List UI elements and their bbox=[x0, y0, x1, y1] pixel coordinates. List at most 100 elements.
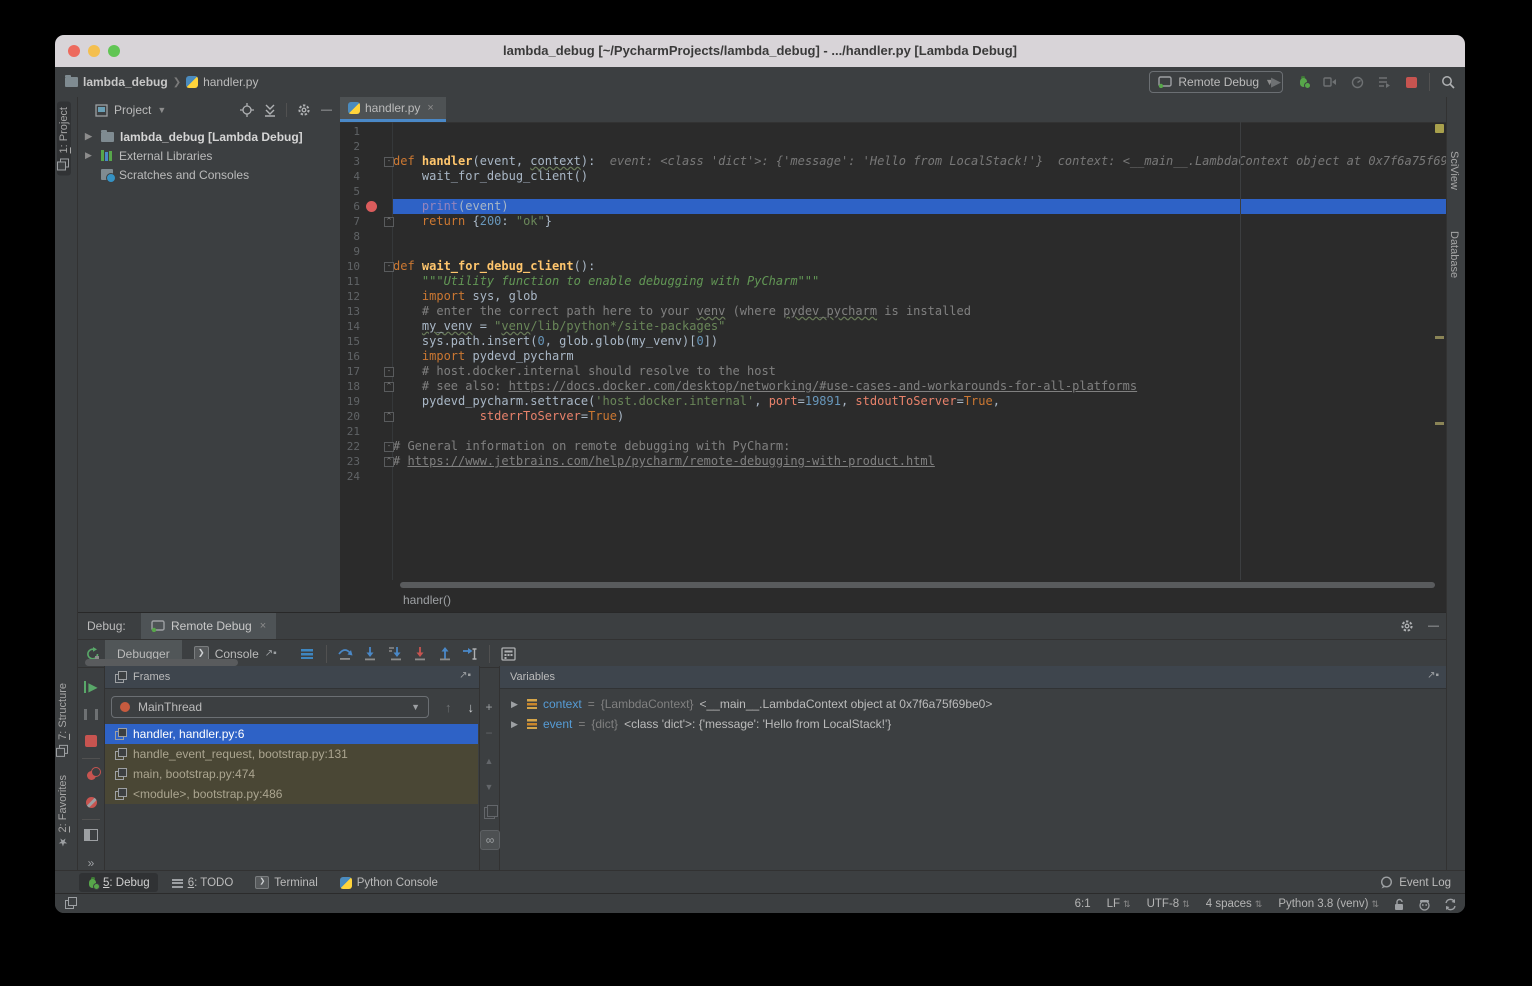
evaluate-expression-button[interactable] bbox=[500, 645, 517, 662]
code-line[interactable] bbox=[393, 139, 1447, 154]
code-line[interactable]: pydevd_pycharm.settrace('host.docker.int… bbox=[393, 394, 1447, 409]
stop-button[interactable] bbox=[1402, 73, 1420, 91]
lock-icon[interactable] bbox=[1393, 898, 1405, 911]
code-line[interactable]: import pydevd_pycharm bbox=[393, 349, 1447, 364]
frame-row[interactable]: handle_event_request, bootstrap.py:131 bbox=[105, 744, 478, 764]
frame-row[interactable]: <module>, bootstrap.py:486 bbox=[105, 784, 478, 804]
thread-selector[interactable]: MainThread ▼ bbox=[111, 696, 429, 718]
step-into-my-code-button[interactable] bbox=[387, 645, 404, 662]
tool-stripe-button-project[interactable]: 1: Project bbox=[57, 101, 71, 175]
event-log-button[interactable]: Event Log bbox=[1380, 876, 1451, 889]
variable-row[interactable]: ▶event={dict}<class 'dict'>: {'message':… bbox=[500, 714, 1447, 734]
gutter-line[interactable]: 3- bbox=[340, 154, 392, 169]
code-line[interactable]: import sys, glob bbox=[393, 289, 1447, 304]
code-line[interactable]: """Utility function to enable debugging … bbox=[393, 274, 1447, 289]
code-line[interactable]: stderrToServer=True) bbox=[393, 409, 1447, 424]
code-line[interactable]: return {200: "ok"} bbox=[393, 214, 1447, 229]
breadcrumb-project[interactable]: lambda_debug bbox=[83, 75, 168, 89]
status-item-utf8[interactable]: UTF-8⇅ bbox=[1147, 898, 1190, 910]
tool-button-todo[interactable]: 6: TODO bbox=[164, 873, 242, 892]
resume-button[interactable]: ▶ bbox=[82, 678, 100, 696]
project-scrollbar[interactable] bbox=[85, 659, 238, 666]
gutter-line[interactable]: 18^ bbox=[340, 379, 392, 394]
code-line[interactable] bbox=[393, 124, 1447, 139]
editor-tab-handler-py[interactable]: handler.py × bbox=[340, 97, 446, 122]
chevron-right-icon[interactable]: ▶ bbox=[511, 699, 521, 710]
frame-row[interactable]: handler, handler.py:6 bbox=[105, 724, 478, 744]
run-config-select[interactable]: Remote Debug ▼ bbox=[1149, 71, 1283, 93]
search-everywhere-button[interactable] bbox=[1439, 73, 1457, 91]
add-watch-button[interactable]: + bbox=[479, 698, 499, 716]
code-line[interactable]: # host.docker.internal should resolve to… bbox=[393, 364, 1447, 379]
pause-button[interactable] bbox=[82, 705, 100, 723]
typo-stripe-marker[interactable] bbox=[1435, 422, 1444, 425]
fold-marker-icon[interactable]: - bbox=[384, 442, 394, 452]
code-line[interactable] bbox=[393, 229, 1447, 244]
gutter-line[interactable]: 10- bbox=[340, 259, 392, 274]
code-line[interactable] bbox=[393, 184, 1447, 199]
fold-marker-icon[interactable]: ^ bbox=[384, 217, 394, 227]
tool-window-switcher-icon[interactable] bbox=[65, 898, 76, 909]
step-out-button[interactable] bbox=[437, 645, 454, 662]
popout-icon[interactable]: ↗▪ bbox=[1427, 670, 1439, 681]
status-item-4spaces[interactable]: 4 spaces⇅ bbox=[1206, 898, 1263, 910]
tool-button-debug[interactable]: 5: Debug bbox=[79, 873, 158, 892]
project-tree-item[interactable]: ▶External Libraries bbox=[78, 146, 340, 165]
gutter-line[interactable]: 23^ bbox=[340, 454, 392, 469]
previous-frame-button[interactable]: ↑ bbox=[445, 700, 452, 715]
tool-stripe-button-database[interactable]: Database bbox=[1448, 215, 1460, 278]
step-over-button[interactable] bbox=[337, 645, 354, 662]
show-watches-toggle[interactable]: ∞ bbox=[480, 830, 500, 850]
tool-stripe-button-favorites[interactable]: ★2: Favorites bbox=[57, 775, 69, 848]
fold-marker-icon[interactable]: - bbox=[384, 157, 394, 167]
profiler-button[interactable] bbox=[1348, 73, 1366, 91]
mute-breakpoints-button[interactable] bbox=[82, 793, 100, 811]
gutter-line[interactable]: 6 bbox=[340, 199, 392, 214]
hide-panel-icon[interactable]: — bbox=[1428, 620, 1439, 632]
run-to-cursor-button[interactable] bbox=[462, 645, 479, 662]
frame-row[interactable]: main, bootstrap.py:474 bbox=[105, 764, 478, 784]
fold-marker-icon[interactable]: - bbox=[384, 367, 394, 377]
gutter-line[interactable]: 19 bbox=[340, 394, 392, 409]
restore-layout-button[interactable] bbox=[82, 826, 100, 844]
debug-button[interactable] bbox=[1294, 73, 1312, 91]
run-button[interactable]: ▶ bbox=[1267, 73, 1285, 91]
code-line[interactable]: # General information on remote debuggin… bbox=[393, 439, 1447, 454]
close-tab-icon[interactable]: × bbox=[427, 102, 433, 114]
editor-breadcrumb[interactable]: handler() bbox=[340, 588, 1447, 612]
code-line[interactable]: def handler(event, context): event: <cla… bbox=[393, 154, 1447, 169]
warning-stripe-marker[interactable] bbox=[1435, 124, 1444, 133]
fold-marker-icon[interactable]: - bbox=[384, 262, 394, 272]
gutter-line[interactable]: 22- bbox=[340, 439, 392, 454]
code-line[interactable]: wait_for_debug_client() bbox=[393, 169, 1447, 184]
chevron-right-icon[interactable]: ▶ bbox=[511, 719, 521, 730]
inspections-profile-icon[interactable] bbox=[1418, 898, 1431, 911]
gutter-line[interactable]: 5 bbox=[340, 184, 392, 199]
code-line[interactable]: def wait_for_debug_client(): bbox=[393, 259, 1447, 274]
code-line[interactable] bbox=[393, 469, 1447, 484]
gutter-line[interactable]: 11 bbox=[340, 274, 392, 289]
move-down-button[interactable]: ▼ bbox=[479, 778, 499, 796]
status-item-lf[interactable]: LF⇅ bbox=[1107, 898, 1131, 910]
tool-stripe-button-structure[interactable]: 7: Structure bbox=[57, 683, 69, 756]
code-line[interactable] bbox=[393, 424, 1447, 439]
tool-button-pythonconsole[interactable]: Python Console bbox=[332, 873, 446, 892]
gutter-line[interactable]: 9 bbox=[340, 244, 392, 259]
tool-button-terminal[interactable]: ❯Terminal bbox=[247, 873, 325, 892]
code-line[interactable]: # see also: https://docs.docker.com/desk… bbox=[393, 379, 1447, 394]
gutter-line[interactable]: 20^ bbox=[340, 409, 392, 424]
variable-row[interactable]: ▶context={LambdaContext}<__main__.Lambda… bbox=[500, 694, 1447, 714]
code-area[interactable]: def handler(event, context): event: <cla… bbox=[393, 122, 1447, 580]
sync-status-icon[interactable] bbox=[1444, 898, 1457, 911]
fold-marker-icon[interactable]: ^ bbox=[384, 382, 394, 392]
gutter-line[interactable]: 2 bbox=[340, 139, 392, 154]
code-line[interactable]: print(event) bbox=[393, 199, 1447, 214]
code-line[interactable]: sys.path.insert(0, glob.glob(my_venv)[0]… bbox=[393, 334, 1447, 349]
gutter-line[interactable]: 24 bbox=[340, 469, 392, 484]
attach-to-process-button[interactable] bbox=[1321, 73, 1339, 91]
close-session-icon[interactable]: × bbox=[260, 620, 266, 632]
tool-stripe-button-sciview[interactable]: SciView bbox=[1448, 135, 1460, 190]
code-line[interactable]: # https://www.jetbrains.com/help/pycharm… bbox=[393, 454, 1447, 469]
fold-marker-icon[interactable]: ^ bbox=[384, 457, 394, 467]
locate-file-icon[interactable] bbox=[240, 103, 254, 117]
